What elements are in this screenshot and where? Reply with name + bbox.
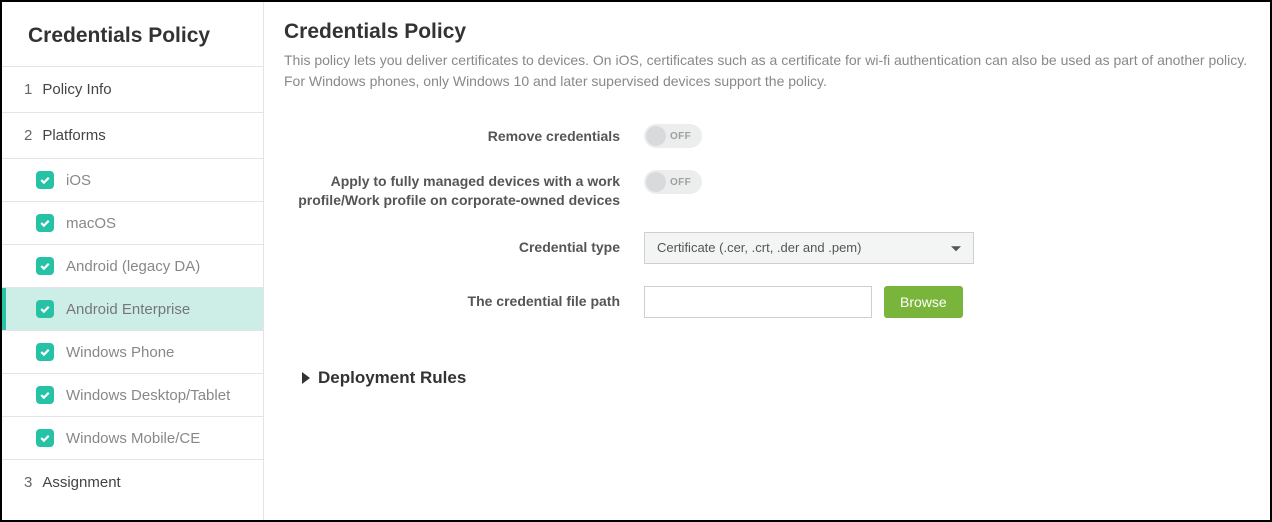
label-credential-type: Credential type xyxy=(284,238,644,257)
deployment-rules-label: Deployment Rules xyxy=(318,368,466,388)
platform-label: Android Enterprise xyxy=(66,301,190,318)
checkbox-checked-icon xyxy=(36,343,54,361)
row-apply-managed: Apply to fully managed devices with a wo… xyxy=(284,170,1250,210)
platform-item-windows-mobile-ce[interactable]: Windows Mobile/CE xyxy=(2,417,263,460)
sidebar: Credentials Policy 1 Policy Info 2 Platf… xyxy=(2,2,264,520)
platform-item-windows-desktop-tablet[interactable]: Windows Desktop/Tablet xyxy=(2,374,263,417)
label-apply-managed: Apply to fully managed devices with a wo… xyxy=(284,170,644,210)
step-assignment[interactable]: 3 Assignment xyxy=(2,460,263,505)
platform-label: Android (legacy DA) xyxy=(66,258,200,275)
step-platforms[interactable]: 2 Platforms xyxy=(2,113,263,159)
label-remove-credentials: Remove credentials xyxy=(284,127,644,146)
platform-item-macos[interactable]: macOS xyxy=(2,202,263,245)
platform-item-android-enterprise[interactable]: Android Enterprise xyxy=(2,288,263,331)
step-policy-info[interactable]: 1 Policy Info xyxy=(2,67,263,113)
step-label: Policy Info xyxy=(42,81,111,98)
checkbox-checked-icon xyxy=(36,171,54,189)
checkbox-checked-icon xyxy=(36,300,54,318)
triangle-right-icon xyxy=(302,372,310,384)
checkbox-checked-icon xyxy=(36,386,54,404)
step-label: Platforms xyxy=(42,127,105,144)
toggle-state-label: OFF xyxy=(670,177,691,188)
step-number: 2 xyxy=(24,127,32,144)
step-number: 3 xyxy=(24,474,32,491)
toggle-apply-managed[interactable]: OFF xyxy=(644,170,702,194)
platform-item-android-legacy-da[interactable]: Android (legacy DA) xyxy=(2,245,263,288)
platform-label: Windows Mobile/CE xyxy=(66,430,200,447)
row-file-path: The credential file path Browse xyxy=(284,286,1250,318)
page-description: This policy lets you deliver certificate… xyxy=(284,50,1250,92)
browse-button[interactable]: Browse xyxy=(884,286,963,318)
chevron-down-icon xyxy=(951,246,961,251)
toggle-remove-credentials[interactable]: OFF xyxy=(644,124,702,148)
select-credential-type[interactable]: Certificate (.cer, .crt, .der and .pem) xyxy=(644,232,974,264)
checkbox-checked-icon xyxy=(36,257,54,275)
platform-label: iOS xyxy=(66,172,91,189)
toggle-state-label: OFF xyxy=(670,131,691,142)
sidebar-title: Credentials Policy xyxy=(2,2,263,67)
platform-label: Windows Phone xyxy=(66,344,174,361)
step-label: Assignment xyxy=(42,474,120,491)
platforms-list: iOS macOS Android (legacy DA) Android En… xyxy=(2,159,263,460)
platform-item-windows-phone[interactable]: Windows Phone xyxy=(2,331,263,374)
file-path-input[interactable] xyxy=(644,286,872,318)
step-number: 1 xyxy=(24,81,32,98)
toggle-knob-icon xyxy=(646,172,666,192)
select-value: Certificate (.cer, .crt, .der and .pem) xyxy=(657,240,861,255)
label-file-path: The credential file path xyxy=(284,292,644,311)
toggle-knob-icon xyxy=(646,126,666,146)
row-remove-credentials: Remove credentials OFF xyxy=(284,124,1250,148)
platform-item-ios[interactable]: iOS xyxy=(2,159,263,202)
row-credential-type: Credential type Certificate (.cer, .crt,… xyxy=(284,232,1250,264)
page-title: Credentials Policy xyxy=(284,20,1250,44)
platform-label: Windows Desktop/Tablet xyxy=(66,387,230,404)
checkbox-checked-icon xyxy=(36,429,54,447)
main-content: Credentials Policy This policy lets you … xyxy=(264,2,1270,520)
platform-label: macOS xyxy=(66,215,116,232)
deployment-rules-toggle[interactable]: Deployment Rules xyxy=(284,368,1250,388)
checkbox-checked-icon xyxy=(36,214,54,232)
